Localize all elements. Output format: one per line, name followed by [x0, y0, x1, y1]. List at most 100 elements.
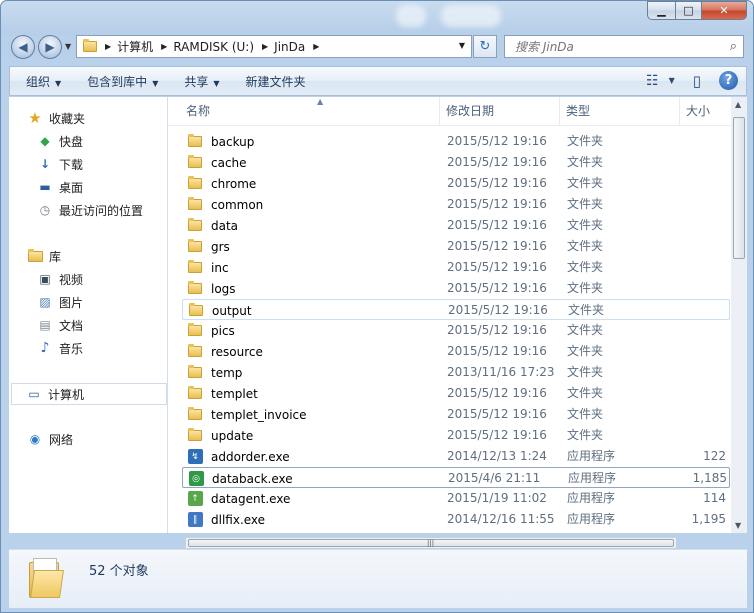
file-row[interactable]: ◎ databack.exe 2015/4/6 21:11 应用程序 1,185	[182, 467, 730, 488]
nav-recent-places[interactable]: ◷ 最近访问的位置	[37, 199, 143, 221]
file-name-cell[interactable]: grs	[187, 236, 230, 257]
file-row[interactable]: data 2015/5/12 19:16 文件夹	[182, 215, 730, 236]
nav-desktop[interactable]: ▬ 桌面	[37, 176, 83, 198]
file-name: common	[211, 197, 264, 212]
minimize-button[interactable]: ▁	[647, 1, 675, 20]
column-header-type[interactable]: 类型	[560, 97, 680, 125]
search-input[interactable]	[513, 39, 717, 55]
view-options-icon[interactable]: ☷	[646, 73, 659, 89]
include-in-library-button[interactable]: 包含到库中 ▼	[77, 73, 168, 90]
file-row[interactable]: output 2015/5/12 19:16 文件夹	[182, 299, 730, 320]
file-type: 文件夹	[567, 323, 604, 337]
sort-ascending-icon: ▲	[317, 97, 324, 106]
file-name-cell[interactable]: ∥ dllfix.exe	[187, 509, 265, 530]
scroll-down-icon[interactable]: ▼	[735, 521, 741, 530]
file-row[interactable]: common 2015/5/12 19:16 文件夹	[182, 194, 730, 215]
file-name-cell[interactable]: output	[188, 300, 252, 321]
file-name-cell[interactable]: temp	[187, 362, 242, 383]
organize-button[interactable]: 组织 ▼	[16, 73, 71, 90]
vertical-scroll-thumb[interactable]	[733, 117, 745, 259]
file-name-cell[interactable]: templet_invoice	[187, 404, 307, 425]
recent-pages-dropdown[interactable]: ▼	[65, 42, 71, 51]
file-name-cell[interactable]: resource	[187, 341, 263, 362]
breadcrumb-separator-icon[interactable]: ▶	[105, 42, 111, 51]
file-name-cell[interactable]: ↑ datagent.exe	[187, 488, 290, 509]
nav-computer[interactable]: ▭ 计算机	[11, 383, 167, 405]
address-history-dropdown[interactable]: ▼	[459, 41, 465, 50]
file-name-cell[interactable]: cache	[187, 152, 247, 173]
file-row[interactable]: temp 2013/11/16 17:23 文件夹	[182, 362, 730, 383]
file-date: 2015/5/12 19:16	[447, 239, 547, 253]
horizontal-scroll-thumb[interactable]: |||	[188, 539, 674, 547]
view-dropdown-icon[interactable]: ▼	[669, 76, 675, 85]
star-icon: ★	[28, 109, 42, 127]
file-row[interactable]: templet 2015/5/12 19:16 文件夹	[182, 383, 730, 404]
nav-network[interactable]: ◉ 网络	[27, 428, 73, 450]
file-name-cell[interactable]: templet	[187, 383, 258, 404]
file-row[interactable]: pics 2015/5/12 19:16 文件夹	[182, 320, 730, 341]
file-row[interactable]: inc 2015/5/12 19:16 文件夹	[182, 257, 730, 278]
column-type-label: 类型	[566, 104, 591, 118]
kuaipan-icon: ◆	[40, 134, 50, 148]
file-row[interactable]: grs 2015/5/12 19:16 文件夹	[182, 236, 730, 257]
column-name-label: 名称	[186, 104, 211, 118]
file-name-cell[interactable]: pics	[187, 320, 235, 341]
file-row[interactable]: backup 2015/5/12 19:16 文件夹	[182, 131, 730, 152]
nav-libraries-label: 库	[49, 249, 62, 264]
file-row[interactable]: ↯ addorder.exe 2014/12/13 1:24 应用程序 122	[182, 446, 730, 467]
back-button[interactable]: ◀	[11, 35, 35, 59]
file-name-cell[interactable]: chrome	[187, 173, 256, 194]
file-row[interactable]: ↑ datagent.exe 2015/1/19 11:02 应用程序 114	[182, 488, 730, 509]
nav-kuaipan[interactable]: ◆ 快盘	[37, 130, 83, 152]
file-row[interactable]: ∥ dllfix.exe 2014/12/16 11:55 应用程序 1,195	[182, 509, 730, 530]
file-type: 文件夹	[567, 386, 604, 400]
preview-pane-icon[interactable]: ▯	[693, 72, 701, 90]
nav-favorites[interactable]: ★ 收藏夹	[27, 107, 85, 129]
file-name-cell[interactable]: inc	[187, 257, 229, 278]
nav-pictures[interactable]: ▨ 图片	[37, 291, 83, 313]
nav-documents[interactable]: ▤ 文档	[37, 314, 83, 336]
close-button[interactable]: ✕	[701, 1, 747, 20]
file-name-cell[interactable]: ◎ databack.exe	[188, 468, 293, 489]
nav-downloads[interactable]: ↓ 下载	[37, 153, 83, 175]
breadcrumb-separator-icon[interactable]: ▶	[262, 42, 268, 51]
vertical-scrollbar[interactable]: ▲ ▼	[731, 97, 747, 533]
file-name-cell[interactable]: logs	[187, 278, 236, 299]
nav-libraries[interactable]: 库	[27, 245, 61, 267]
forward-button[interactable]: ▶	[38, 35, 62, 59]
new-folder-button[interactable]: 新建文件夹	[236, 73, 316, 90]
search-icon[interactable]: ⌕	[730, 39, 737, 54]
share-button[interactable]: 共享 ▼	[174, 73, 229, 90]
nav-music[interactable]: ♪ 音乐	[37, 337, 83, 359]
file-row[interactable]: update 2015/5/12 19:16 文件夹	[182, 425, 730, 446]
file-name-cell[interactable]: data	[187, 215, 238, 236]
column-header-date[interactable]: 修改日期	[440, 97, 560, 125]
computer-icon: ▭	[28, 387, 40, 401]
file-name-cell[interactable]: common	[187, 194, 263, 215]
maximize-button[interactable]: □	[675, 1, 701, 20]
folder-icon	[187, 134, 203, 150]
window-caption-buttons: ▁ □ ✕	[647, 1, 747, 20]
file-row[interactable]: templet_invoice 2015/5/12 19:16 文件夹	[182, 404, 730, 425]
refresh-button[interactable]: ↻	[473, 35, 497, 58]
file-name-cell[interactable]: ↯ addorder.exe	[187, 446, 290, 467]
help-button[interactable]: ?	[719, 71, 738, 90]
horizontal-scrollbar[interactable]: |||	[185, 537, 677, 549]
breadcrumb-separator-icon[interactable]: ▶	[313, 42, 319, 51]
file-name-cell[interactable]: backup	[187, 131, 254, 152]
breadcrumb-separator-icon[interactable]: ▶	[161, 42, 167, 51]
file-row[interactable]: logs 2015/5/12 19:16 文件夹	[182, 278, 730, 299]
breadcrumb-jinda[interactable]: JinDa	[274, 40, 305, 54]
breadcrumb-computer[interactable]: 计算机	[117, 38, 153, 55]
file-row[interactable]: cache 2015/5/12 19:16 文件夹	[182, 152, 730, 173]
file-row[interactable]: chrome 2015/5/12 19:16 文件夹	[182, 173, 730, 194]
column-header-name[interactable]: ▲ 名称	[180, 97, 440, 125]
file-date: 2015/5/12 19:16	[447, 407, 547, 421]
column-header-size[interactable]: 大小	[680, 97, 731, 125]
file-row[interactable]: resource 2015/5/12 19:16 文件夹	[182, 341, 730, 362]
address-bar[interactable]: ▶ 计算机 ▶ RAMDISK (U:) ▶ JinDa ▶ ▼	[76, 35, 472, 58]
breadcrumb-ramdisk[interactable]: RAMDISK (U:)	[173, 40, 254, 54]
nav-videos[interactable]: ▣ 视频	[37, 268, 83, 290]
scroll-up-icon[interactable]: ▲	[735, 100, 741, 109]
file-name-cell[interactable]: update	[187, 425, 253, 446]
